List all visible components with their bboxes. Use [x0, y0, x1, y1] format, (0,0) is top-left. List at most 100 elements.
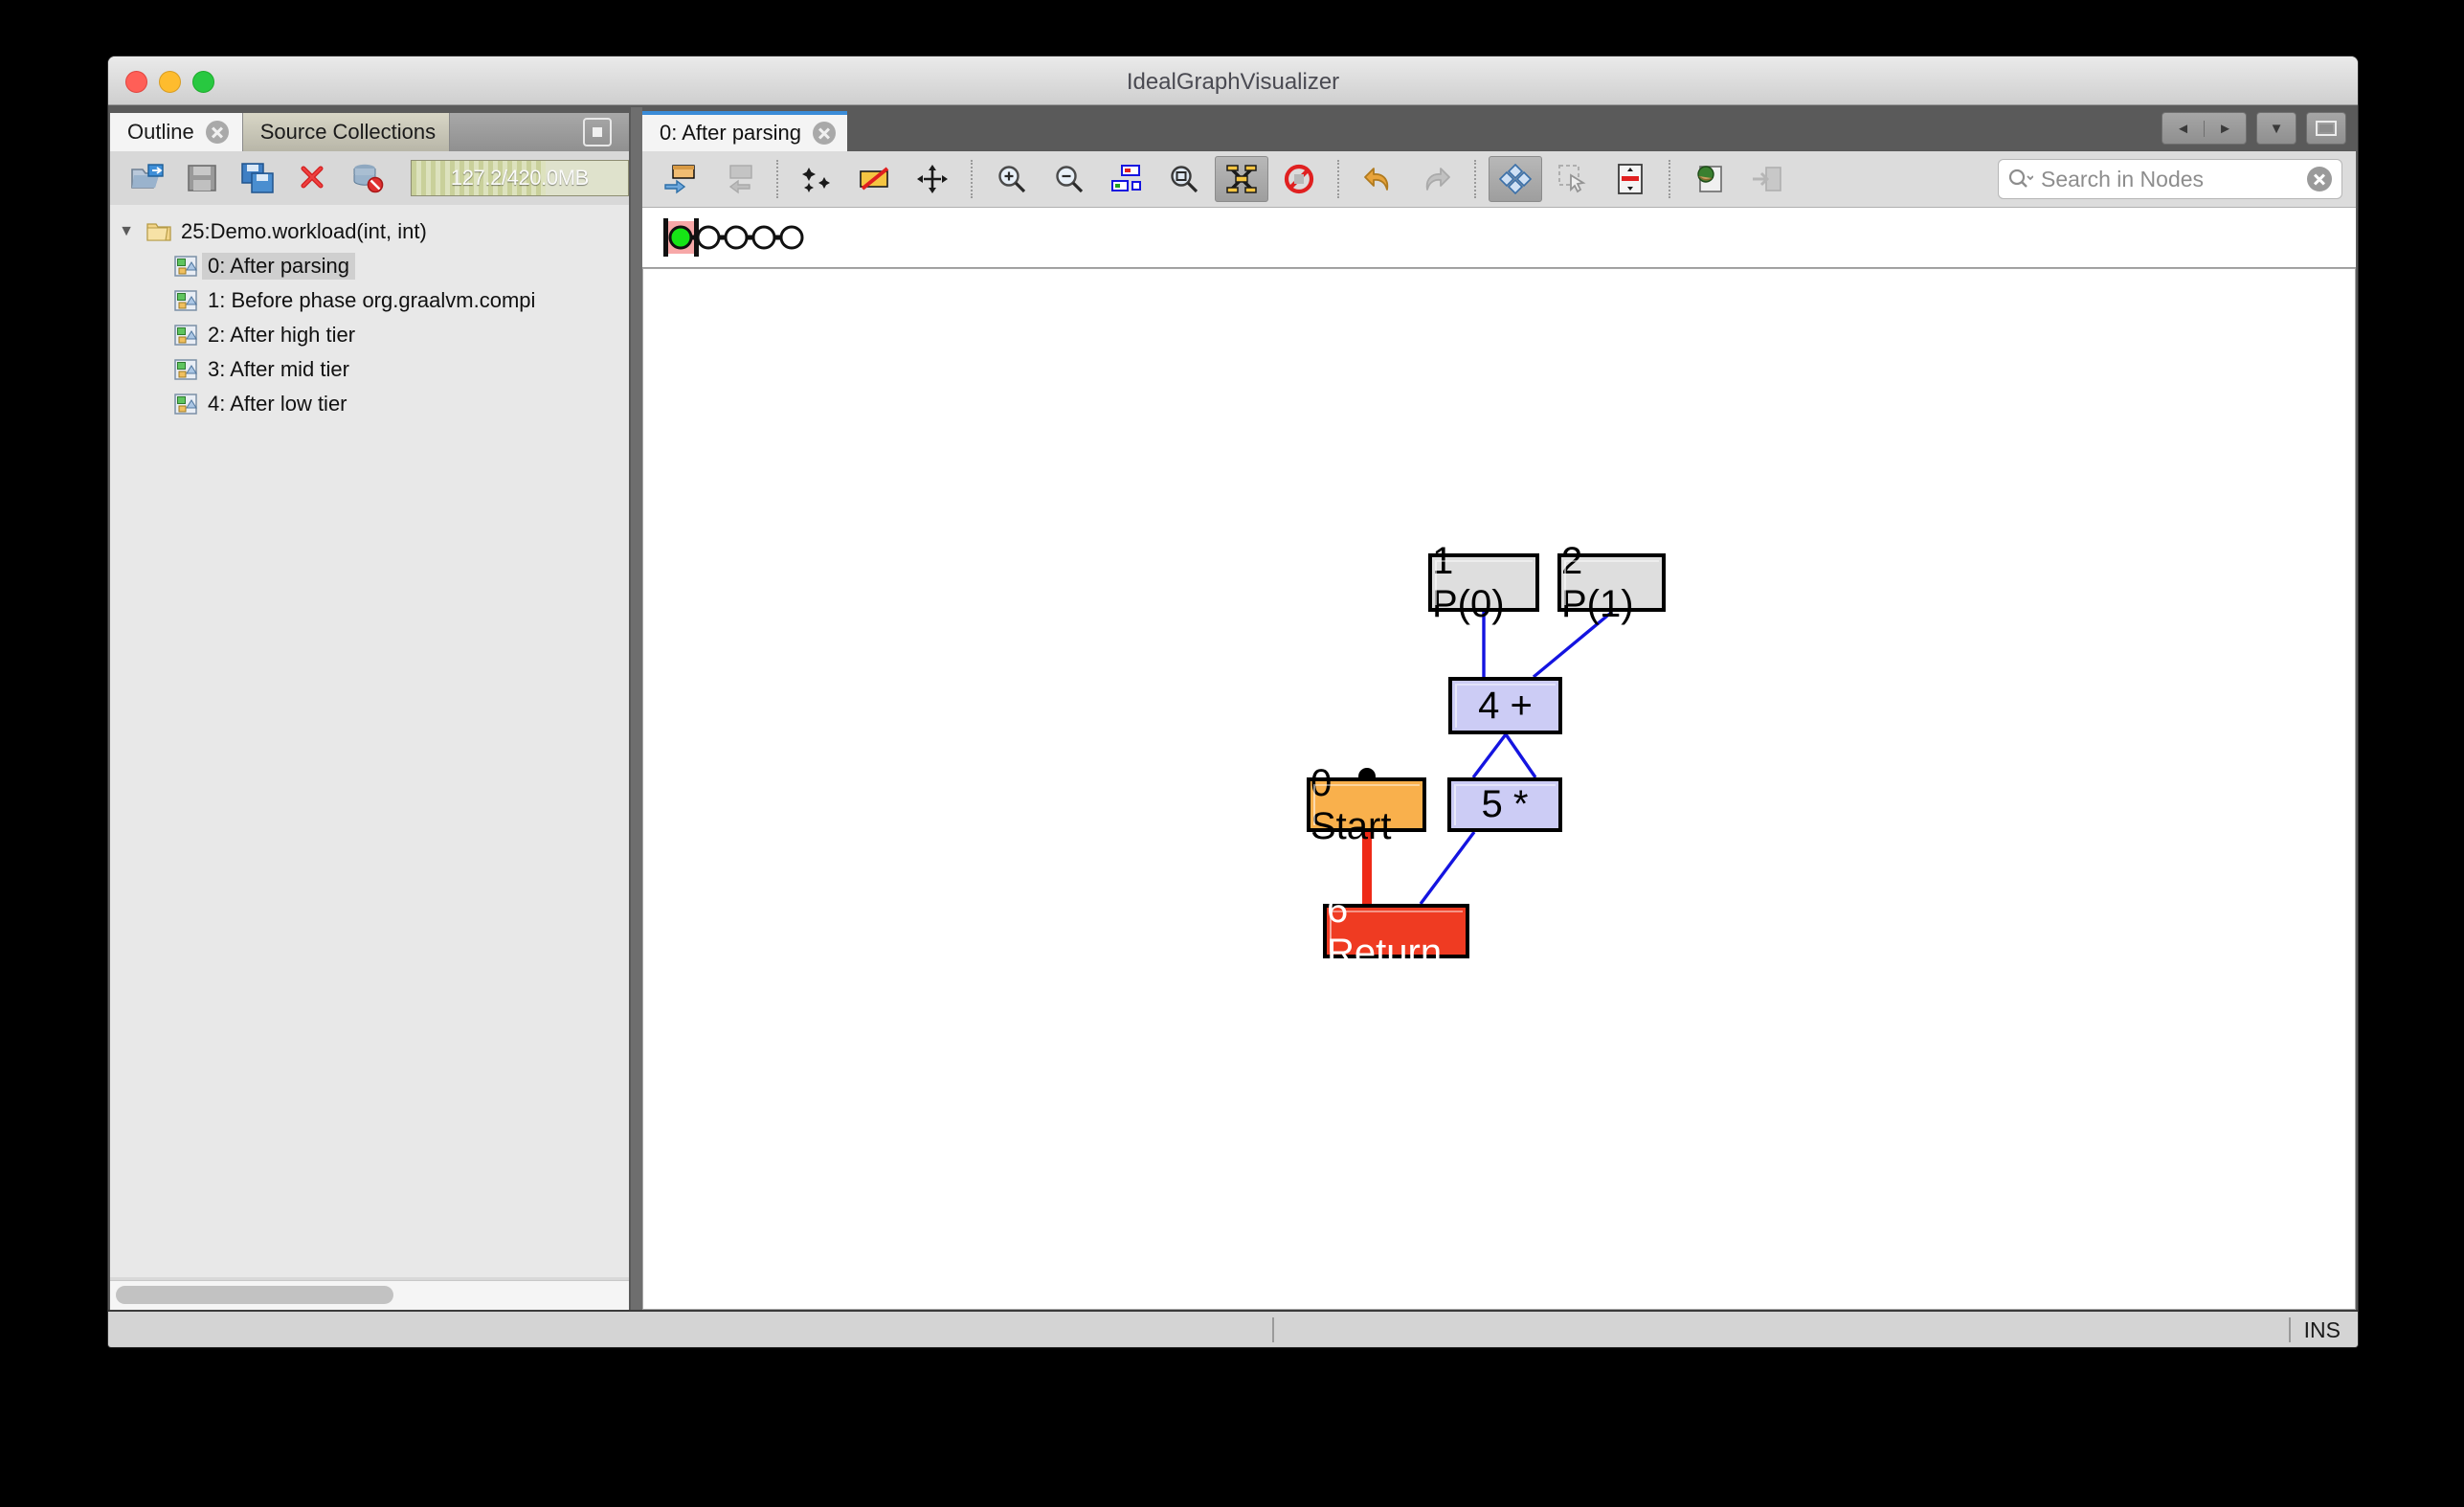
graph-node-0[interactable]: 0 Start [1307, 762, 1426, 847]
search-placeholder: Search in Nodes [2041, 166, 2205, 191]
toolbar-separator [1337, 160, 1340, 198]
node-properties-icon[interactable] [1603, 156, 1657, 202]
graph-icon [169, 359, 202, 380]
tree-item-0[interactable]: 0: After parsing [110, 249, 629, 283]
tree-item-3-label: 3: After mid tier [208, 357, 349, 381]
no-layout-icon[interactable] [1272, 156, 1326, 202]
outline-tabbar-filler [450, 113, 629, 151]
expand-all-icon[interactable] [791, 156, 844, 202]
tab-after-parsing[interactable]: 0: After parsing [642, 111, 847, 151]
toolbar-separator [776, 160, 779, 198]
graph-icon [169, 290, 202, 311]
graph-node-0-label: 0 Start [1310, 761, 1392, 847]
save-all-icon[interactable] [232, 156, 283, 200]
move-nodes-icon[interactable] [906, 156, 959, 202]
maximize-icon[interactable] [2306, 112, 2346, 145]
outline-horizontal-scrollbar[interactable] [110, 1280, 629, 1310]
zoom-in-icon[interactable] [985, 156, 1039, 202]
zoom-out-icon[interactable] [1042, 156, 1096, 202]
status-insert-mode: INS [2303, 1316, 2341, 1342]
import-graph-icon[interactable] [711, 156, 765, 202]
graph-node-6[interactable]: 6 Return [1323, 888, 1469, 974]
clear-icon[interactable] [2307, 167, 2332, 191]
graph-node-4[interactable]: 4 + [1448, 677, 1562, 734]
undo-icon[interactable] [1352, 156, 1405, 202]
graph-node-5-label: 5 * [1481, 783, 1529, 825]
pan-mode-icon[interactable] [1489, 156, 1542, 202]
save-icon[interactable] [177, 156, 229, 200]
cluster-layout-icon[interactable] [1215, 156, 1268, 202]
graph-node-2-label: 2 P(1) [1561, 539, 1634, 625]
outline-tabbar: Outline Source Collections [110, 107, 629, 151]
toolbar-separator [971, 160, 974, 198]
nav-buttons[interactable]: ◄ ► [2162, 112, 2247, 145]
select-mode-icon[interactable] [1546, 156, 1600, 202]
tree-item-3[interactable]: 3: After mid tier [110, 352, 629, 387]
zoom-fit-icon[interactable] [1157, 156, 1211, 202]
tree-item-0-label: 0: After parsing [202, 253, 355, 280]
graph-panel: 0: After parsing ◄ ► ▼ Search in Nodes 1… [642, 107, 2356, 1310]
scrollbar-thumb[interactable] [116, 1286, 393, 1304]
tab-source-collections[interactable]: Source Collections [242, 113, 451, 151]
export-graph-icon[interactable] [654, 156, 707, 202]
outline-panel: Outline Source Collections 127.2/420.0MB… [110, 107, 629, 1310]
tree-item-1-label: 1: Before phase org.graalvm.compi [208, 288, 536, 312]
dropdown-button[interactable]: ▼ [2256, 112, 2296, 145]
graph-toolbar: Search in Nodes [642, 151, 2356, 208]
toolbar-separator [1474, 160, 1477, 198]
tree-item-4[interactable]: 4: After low tier [110, 387, 629, 421]
window-body: Outline Source Collections 127.2/420.0MB… [108, 105, 2358, 1347]
graph-node-4-label: 4 + [1478, 684, 1533, 727]
tab-outline[interactable]: Outline [110, 113, 243, 151]
status-separator [1271, 1317, 1274, 1342]
hide-node-icon[interactable] [848, 156, 902, 202]
tree-root[interactable]: ▼ 25:Demo.workload(int, int) [110, 214, 629, 249]
folder-icon [143, 221, 175, 242]
status-separator [2288, 1317, 2291, 1342]
graph-window-buttons: ◄ ► ▼ [2162, 112, 2346, 145]
extract-nodes-icon[interactable] [1740, 156, 1794, 202]
tree-item-1[interactable]: 1: Before phase org.graalvm.compi [110, 283, 629, 318]
tab-after-parsing-label: 0: After parsing [660, 121, 801, 145]
graph-node-6-label: 6 Return [1327, 888, 1443, 974]
phase-slider[interactable] [642, 208, 2356, 269]
tree-item-4-label: 4: After low tier [208, 392, 347, 416]
phase-slider-track [663, 218, 804, 257]
memory-indicator[interactable]: 127.2/420.0MB [410, 160, 629, 196]
color-filter-icon[interactable] [1683, 156, 1736, 202]
prev-button[interactable]: ◄ [2162, 121, 2204, 137]
panel-divider[interactable] [631, 107, 642, 1310]
outline-toolbar: 127.2/420.0MB [110, 151, 629, 206]
outline-tree: ▼ 25:Demo.workload(int, int) 0: After pa… [110, 205, 629, 1277]
graph-tabbar: 0: After parsing ◄ ► ▼ [642, 107, 2356, 151]
tree-item-2-label: 2: After high tier [208, 323, 356, 347]
search-input[interactable]: Search in Nodes [1998, 159, 2342, 199]
clear-cache-icon[interactable] [342, 156, 393, 200]
graph-node-1-label: 1 P(0) [1432, 539, 1505, 625]
open-folder-icon[interactable] [122, 156, 173, 200]
remove-icon[interactable] [287, 156, 339, 200]
next-button[interactable]: ► [2204, 120, 2246, 137]
chevron-down-icon[interactable]: ▼ [110, 223, 143, 240]
minimize-panel-icon[interactable] [583, 118, 612, 146]
tab-source-collections-label: Source Collections [259, 120, 437, 144]
close-icon[interactable] [812, 122, 836, 145]
close-icon[interactable] [205, 121, 229, 144]
graph-canvas[interactable]: 1 P(0) 2 P(1) 4 + 0 Start 5 * 6 Return [642, 268, 2356, 1310]
status-bar: INS [108, 1310, 2358, 1347]
graph-icon [169, 325, 202, 346]
graph-icon [169, 256, 202, 277]
memory-label: 127.2/420.0MB [450, 166, 589, 190]
search-icon [2008, 169, 2033, 188]
redo-icon[interactable] [1409, 156, 1463, 202]
tree-item-2[interactable]: 2: After high tier [110, 318, 629, 352]
graph-icon [169, 394, 202, 415]
graph-node-2[interactable]: 2 P(1) [1557, 540, 1666, 625]
graph-node-1[interactable]: 1 P(0) [1428, 540, 1539, 625]
window-title: IdealGraphVisualizer [1126, 69, 1340, 95]
tab-outline-label: Outline [127, 120, 194, 144]
tree-root-label: 25:Demo.workload(int, int) [181, 219, 427, 243]
show-successors-icon[interactable] [1100, 156, 1154, 202]
application-window: IdealGraphVisualizer Outline Source Coll… [107, 56, 2359, 1348]
graph-node-5[interactable]: 5 * [1447, 777, 1562, 832]
